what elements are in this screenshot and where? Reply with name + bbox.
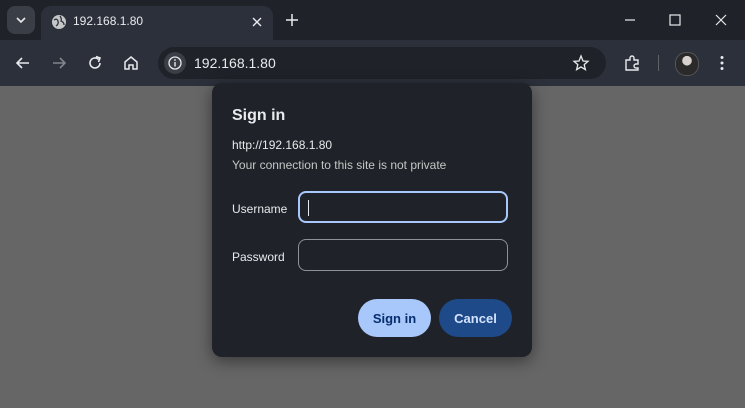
profile-avatar[interactable] <box>675 52 699 76</box>
password-label: Password <box>232 250 285 264</box>
tab-title: 192.168.1.80 <box>73 14 144 28</box>
toolbar: 192.168.1.80 <box>0 40 745 86</box>
window-close-icon[interactable] <box>711 10 731 30</box>
dialog-title: Sign in <box>232 107 286 124</box>
sign-in-button[interactable]: Sign in <box>358 299 431 337</box>
home-icon[interactable] <box>121 53 141 73</box>
username-label: Username <box>232 202 288 216</box>
star-icon[interactable] <box>572 54 590 72</box>
text-caret <box>308 200 309 216</box>
dialog-warning: Your connection to this site is not priv… <box>232 158 447 172</box>
toolbar-separator <box>658 55 659 71</box>
active-tab[interactable]: 192.168.1.80 <box>41 6 273 40</box>
minimize-icon[interactable] <box>620 10 640 30</box>
password-input[interactable] <box>298 239 508 271</box>
site-info-button[interactable] <box>164 52 186 74</box>
info-icon <box>168 56 182 70</box>
back-arrow-icon[interactable] <box>13 53 33 73</box>
forward-arrow-icon[interactable] <box>49 53 69 73</box>
address-bar[interactable]: 192.168.1.80 <box>158 47 606 79</box>
reload-icon[interactable] <box>85 53 105 73</box>
chevron-down-icon <box>16 17 26 24</box>
tab-strip: 192.168.1.80 <box>0 0 745 40</box>
plus-icon[interactable] <box>282 10 302 30</box>
more-vertical-icon[interactable] <box>712 53 732 73</box>
sign-in-dialog: Sign in http://192.168.1.80 Your connect… <box>212 83 532 357</box>
globe-icon <box>52 15 66 29</box>
username-input[interactable] <box>298 191 508 223</box>
cancel-button[interactable]: Cancel <box>439 299 512 337</box>
tab-search-button[interactable] <box>7 6 35 34</box>
url-text: 192.168.1.80 <box>194 55 276 71</box>
maximize-icon[interactable] <box>665 10 685 30</box>
browser-window: 192.168.1.80 192.168.1.80 Sign in http:/… <box>0 0 745 408</box>
close-icon[interactable] <box>249 14 265 30</box>
dialog-origin: http://192.168.1.80 <box>232 138 333 152</box>
puzzle-icon[interactable] <box>622 53 642 73</box>
